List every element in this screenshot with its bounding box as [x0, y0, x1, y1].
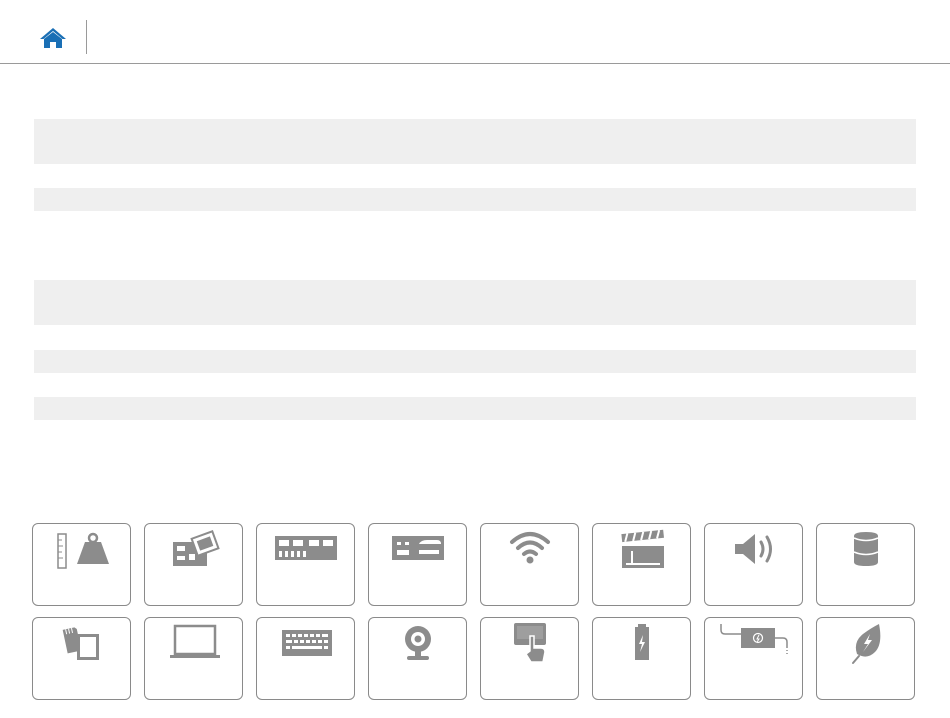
- storage-tile[interactable]: [816, 523, 915, 606]
- clapperboard-icon: [621, 529, 664, 568]
- display-tile[interactable]: [144, 617, 243, 700]
- top-header: [0, 0, 950, 64]
- webcam-icon: [405, 626, 431, 660]
- power-adapter-tile[interactable]: [704, 617, 803, 700]
- content-band-2: [34, 188, 916, 211]
- header-divider: [86, 20, 87, 54]
- storage-drive-icon: [853, 532, 879, 566]
- home-icon: [40, 28, 66, 48]
- media-card-reader-tile[interactable]: [32, 617, 131, 700]
- system-board-tile[interactable]: [144, 523, 243, 606]
- content-band-4: [34, 350, 916, 373]
- content-band-3: [34, 280, 916, 325]
- camera-tile[interactable]: [368, 617, 467, 700]
- memory-module-icon: [275, 536, 337, 560]
- ports-icon: [392, 536, 444, 560]
- touchpad-tile[interactable]: [480, 617, 579, 700]
- ports-connectors-tile[interactable]: [368, 523, 467, 606]
- content-band-1: [34, 119, 916, 164]
- communications-tile[interactable]: [480, 523, 579, 606]
- content-band-5: [34, 397, 916, 420]
- environmental-tile[interactable]: [816, 617, 915, 700]
- audio-tile[interactable]: [704, 523, 803, 606]
- touchpad-icon: [514, 623, 546, 663]
- laptop-icon: [170, 624, 220, 658]
- motherboard-icon: [173, 530, 220, 566]
- dimensions-weight-tile[interactable]: [32, 523, 131, 606]
- battery-tile[interactable]: [592, 617, 691, 700]
- battery-icon: [635, 624, 649, 660]
- sd-card-icon: [62, 627, 99, 660]
- home-button[interactable]: [38, 26, 68, 50]
- video-tile[interactable]: [592, 523, 691, 606]
- memory-tile[interactable]: [256, 523, 355, 606]
- ruler-weight-icon: [57, 532, 109, 569]
- power-adapter-icon: [720, 624, 788, 654]
- speaker-icon: [735, 534, 772, 564]
- leaf-icon: [852, 624, 881, 664]
- keyboard-tile[interactable]: [256, 617, 355, 700]
- wifi-icon: [510, 532, 550, 564]
- keyboard-icon: [282, 630, 332, 656]
